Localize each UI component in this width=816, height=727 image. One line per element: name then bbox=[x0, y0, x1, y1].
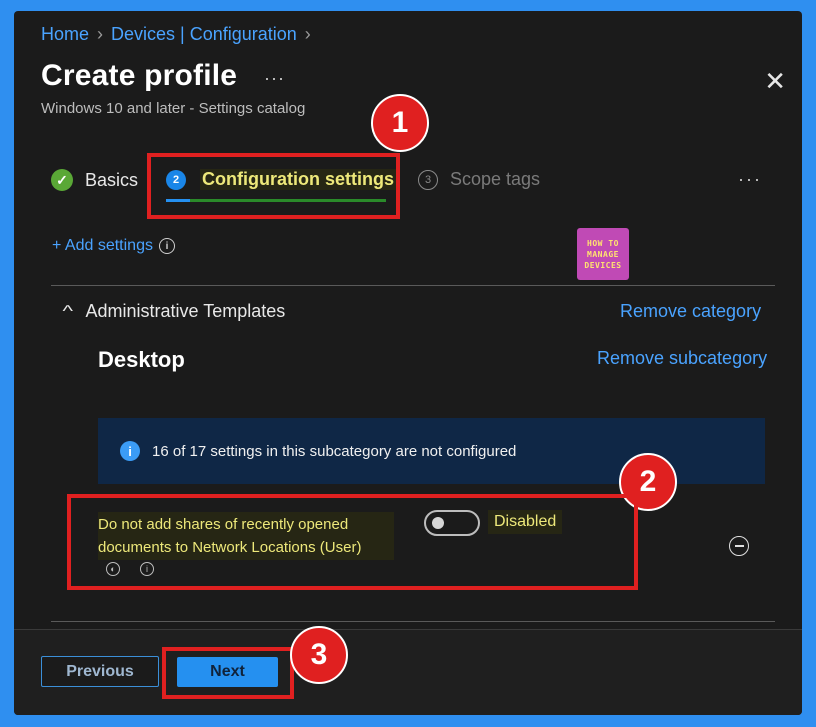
subcategory-title: Desktop bbox=[98, 347, 185, 372]
breadcrumb-devices-configuration[interactable]: Devices | Configuration bbox=[111, 24, 297, 44]
setting-label: Do not add shares of recently opened doc… bbox=[98, 512, 394, 560]
how-to-manage-devices-logo: HOW TO MANAGE DEVICES bbox=[577, 228, 629, 280]
logo-line-2: MANAGE bbox=[587, 249, 619, 259]
chevron-up-icon: ^ bbox=[62, 302, 74, 320]
create-profile-panel: Home › Devices | Configuration › Create pro… bbox=[14, 11, 802, 715]
step-number-icon: 2 bbox=[166, 169, 186, 190]
tab-scope-tags-label: Scope tags bbox=[450, 169, 541, 189]
add-settings-link[interactable]: + Add settings i bbox=[52, 237, 175, 255]
annotation-badge-1: 1 bbox=[371, 94, 429, 152]
add-settings-label: + Add settings bbox=[52, 237, 153, 254]
tab-basics[interactable]: ✓ Basics bbox=[51, 169, 138, 191]
info-icon: i bbox=[158, 238, 175, 254]
check-icon: ✓ bbox=[51, 169, 73, 191]
active-tab-indicator bbox=[166, 199, 190, 202]
category-header[interactable]: ^ Administrative Templates bbox=[62, 301, 286, 322]
setting-toggle[interactable] bbox=[424, 510, 480, 536]
breadcrumb-home[interactable]: Home bbox=[41, 24, 89, 44]
divider bbox=[51, 621, 775, 622]
annotation-badge-3: 3 bbox=[290, 626, 348, 684]
active-tab-underline bbox=[190, 199, 386, 202]
logo-line-1: HOW TO bbox=[587, 238, 619, 248]
info-icon[interactable]: i bbox=[140, 562, 154, 576]
chevron-right-icon: › bbox=[97, 24, 104, 44]
toggle-knob bbox=[432, 517, 444, 529]
more-options-icon[interactable]: ··· bbox=[264, 68, 285, 89]
info-banner-text: 16 of 17 settings in this subcategory ar… bbox=[152, 442, 517, 460]
remove-subcategory-link[interactable]: Remove subcategory bbox=[597, 348, 767, 369]
steps-more-icon[interactable]: ··· bbox=[738, 169, 762, 190]
tab-basics-label: Basics bbox=[85, 169, 139, 190]
chevron-right-icon: › bbox=[304, 24, 311, 44]
logo-line-3: DEVICES bbox=[584, 260, 622, 270]
next-button[interactable]: Next bbox=[177, 657, 278, 687]
previous-button[interactable]: Previous bbox=[41, 656, 159, 687]
divider bbox=[51, 285, 775, 286]
page-subtitle: Windows 10 and later - Settings catalog bbox=[41, 100, 306, 117]
tab-configuration-settings-label: Configuration settings bbox=[200, 169, 396, 190]
close-icon[interactable]: ✕ bbox=[764, 66, 786, 97]
tab-scope-tags[interactable]: 3 Scope tags bbox=[418, 169, 540, 190]
step-number-icon: 3 bbox=[418, 169, 438, 190]
remove-category-link[interactable]: Remove category bbox=[620, 301, 761, 322]
remove-setting-icon[interactable] bbox=[729, 536, 749, 556]
category-name: Administrative Templates bbox=[85, 301, 286, 321]
setting-toggle-value: Disabled bbox=[488, 510, 563, 534]
breadcrumb: Home › Devices | Configuration › bbox=[41, 24, 311, 45]
setting-icons: ◐ i bbox=[106, 562, 154, 576]
tab-configuration-settings[interactable]: 2 Configuration settings bbox=[166, 169, 396, 190]
info-icon: i bbox=[120, 441, 140, 461]
page-title: Create profile bbox=[41, 59, 238, 92]
users-icon[interactable]: ◐ bbox=[106, 562, 120, 576]
